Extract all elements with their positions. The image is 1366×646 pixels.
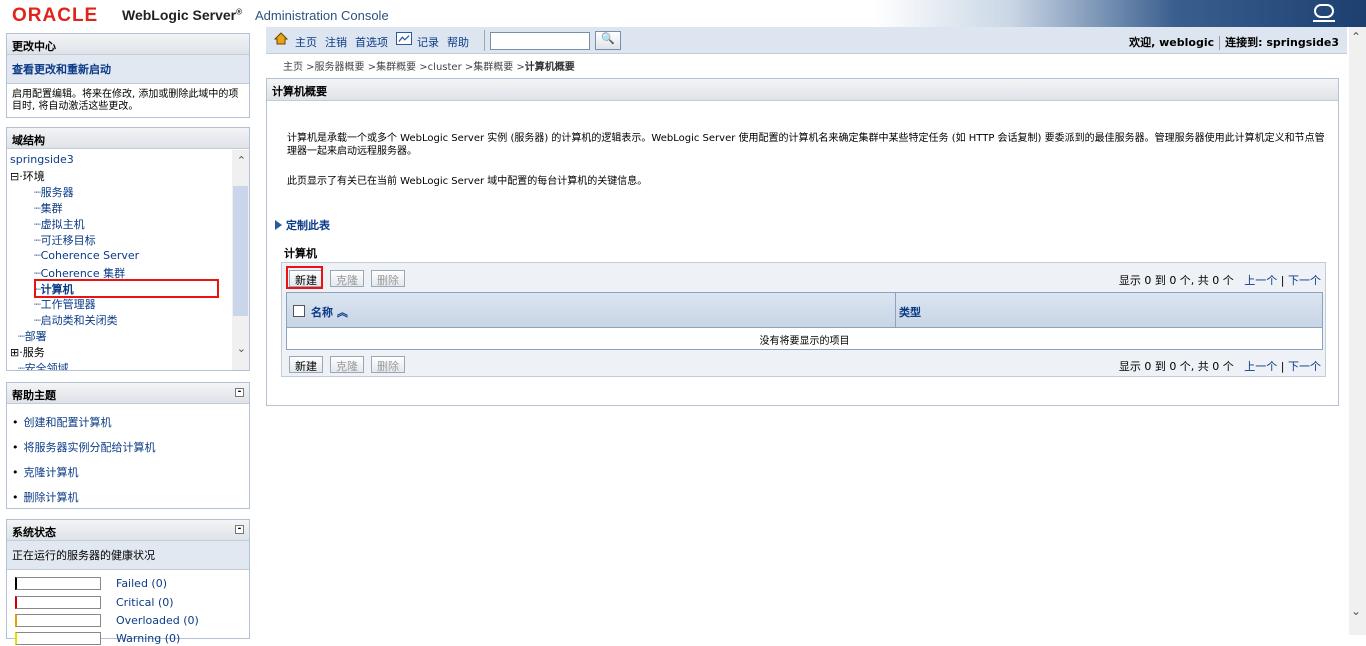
- tree-node-servers[interactable]: ┈服务器: [34, 184, 74, 200]
- pager-bottom: 显示 0 到 0 个, 共 0 个 上一个 | 下一个: [1118, 360, 1321, 373]
- tree-node-coherence-server[interactable]: ┈Coherence Server: [34, 249, 139, 262]
- record-link[interactable]: 记录: [417, 34, 439, 50]
- prev-link[interactable]: 上一个: [1244, 360, 1277, 373]
- record-icon[interactable]: [396, 32, 412, 45]
- select-all-checkbox[interactable]: [293, 305, 305, 317]
- highlight-box-new: [286, 266, 323, 289]
- tree-node-work-managers[interactable]: ┈工作管理器: [34, 296, 96, 312]
- pager-top: 显示 0 到 0 个, 共 0 个 上一个 | 下一个: [1118, 274, 1321, 287]
- domain-structure-panel: 域结构 springside3 ⊟·环境 ┈服务器 ┈集群 ┈虚拟主机 ┈可迁移…: [6, 127, 250, 371]
- view-changes-link[interactable]: 查看更改和重新启动: [12, 63, 111, 76]
- intro-text-2: 此页显示了有关已在当前 WebLogic Server 域中配置的每台计算机的关…: [287, 176, 648, 187]
- delete-button[interactable]: 删除: [371, 270, 405, 287]
- page-title: 计算机概要: [267, 79, 1338, 101]
- home-icon[interactable]: [274, 32, 288, 45]
- logout-link[interactable]: 注销: [325, 34, 347, 50]
- highlight-box-machines: [34, 279, 219, 298]
- tree-node-deployments[interactable]: ┈部署: [18, 328, 47, 344]
- help-link[interactable]: 帮助: [447, 34, 469, 50]
- search-input[interactable]: [490, 32, 590, 50]
- connected-text: 连接到: springside3: [1225, 36, 1339, 49]
- status-bar: [15, 577, 101, 590]
- tree-node-services[interactable]: ⊞·服务: [10, 344, 45, 360]
- tree-node-security-realms[interactable]: ┈安全领域: [18, 360, 69, 370]
- search-icon: 🔍: [601, 32, 615, 45]
- scroll-up-icon[interactable]: ⌃: [1351, 30, 1361, 44]
- system-status-title: 系统状态: [12, 526, 56, 539]
- status-row-warning: Warning (0): [15, 632, 255, 646]
- clone-button[interactable]: 克隆: [330, 270, 364, 287]
- expand-minus-icon[interactable]: ⊟: [10, 170, 19, 183]
- new-button-bottom[interactable]: 新建: [289, 356, 323, 373]
- help-topics-title: 帮助主题: [12, 389, 56, 402]
- status-bar: [15, 632, 101, 645]
- system-status-subtitle: 正在运行的服务器的健康状况: [7, 541, 249, 570]
- help-link-delete[interactable]: 删除计算机: [24, 491, 79, 504]
- empty-message: 没有将要显示的项目: [759, 336, 850, 347]
- home-link[interactable]: 主页: [295, 34, 317, 50]
- intro-text: 计算机是承载一个或多个 WebLogic Server 实例 (服务器) 的计算…: [287, 133, 1325, 157]
- domain-structure-title: 域结构: [7, 128, 249, 149]
- customize-table-link[interactable]: 定制此表: [275, 217, 330, 233]
- column-name[interactable]: 名称 ︽: [311, 304, 348, 320]
- machines-table-container: 新建 克隆 删除 显示 0 到 0 个, 共 0 个 上一个 | 下一个 名称 …: [281, 262, 1326, 377]
- machines-table: 名称 ︽ 类型 没有将要显示的项目: [286, 292, 1323, 350]
- toolbar-divider: [484, 30, 485, 51]
- welcome-area: 欢迎, weblogic 连接到: springside3: [1129, 34, 1339, 50]
- collapse-icon[interactable]: -: [235, 525, 244, 534]
- change-center-panel: 更改中心 查看更改和重新启动 启用配置编辑。将来在修改, 添加或删除此域中的项目…: [6, 33, 250, 118]
- search-button[interactable]: 🔍: [595, 31, 621, 50]
- clone-button-bottom[interactable]: 克隆: [330, 356, 364, 373]
- sort-asc-icon[interactable]: ︽: [337, 306, 348, 319]
- breadcrumb: 主页 >服务器概要 >集群概要 >cluster >集群概要 >计算机概要: [283, 62, 575, 73]
- table-header: 名称 ︽ 类型: [287, 293, 1322, 328]
- tree-scroll-thumb[interactable]: [233, 186, 248, 316]
- tree-node-springside3[interactable]: springside3: [10, 153, 74, 166]
- tree-node-migratable-targets[interactable]: ┈可迁移目标: [34, 232, 96, 248]
- welcome-text: 欢迎, weblogic: [1129, 36, 1215, 49]
- help-link-clone[interactable]: 克隆计算机: [24, 466, 79, 479]
- oracle-o-icon: [1313, 4, 1335, 22]
- status-bar: [15, 596, 101, 609]
- tree-node-virtual-hosts[interactable]: ┈虚拟主机: [34, 216, 85, 232]
- chevron-up-icon[interactable]: ⌃: [237, 154, 246, 167]
- status-row-critical: Critical (0): [15, 596, 255, 610]
- tree-node-clusters[interactable]: ┈集群: [34, 200, 63, 216]
- system-status-panel: 系统状态 - 正在运行的服务器的健康状况 Failed (0) Critical …: [6, 519, 250, 645]
- console-title: Administration Console: [255, 8, 389, 23]
- oracle-logo: ORACLE: [12, 5, 99, 26]
- column-type[interactable]: 类型: [899, 304, 921, 320]
- next-link[interactable]: 下一个: [1288, 274, 1321, 287]
- prev-link[interactable]: 上一个: [1244, 274, 1277, 287]
- status-row-overloaded: Overloaded (0): [15, 614, 255, 628]
- help-topics-panel: 帮助主题 - 创建和配置计算机 将服务器实例分配给计算机 克隆计算机 删除计算机: [6, 382, 250, 509]
- help-link-create[interactable]: 创建和配置计算机: [24, 416, 112, 429]
- machines-summary-panel: 计算机概要 计算机是承载一个或多个 WebLogic Server 实例 (服务…: [266, 78, 1339, 406]
- table-title: 计算机: [284, 247, 317, 260]
- delete-button-bottom[interactable]: 删除: [371, 356, 405, 373]
- preferences-link[interactable]: 首选项: [355, 34, 388, 50]
- product-name: WebLogic Server®: [122, 7, 243, 23]
- status-row-failed: Failed (0): [15, 577, 255, 591]
- chevron-down-icon[interactable]: ⌄: [237, 342, 246, 355]
- next-link[interactable]: 下一个: [1288, 360, 1321, 373]
- status-bar: [15, 614, 101, 627]
- tree-node-startup-shutdown[interactable]: ┈启动类和关闭类: [34, 312, 118, 328]
- tree-node-environment[interactable]: ⊟·环境: [10, 168, 45, 184]
- top-toolbar: 主页 注销 首选项 记录 帮助 🔍 欢迎, weblogic 连接到: sprin…: [266, 27, 1347, 54]
- collapse-icon[interactable]: -: [235, 388, 244, 397]
- page-scrollbar[interactable]: [1349, 27, 1366, 635]
- expand-plus-icon[interactable]: ⊞: [10, 346, 19, 359]
- help-link-assign[interactable]: 将服务器实例分配给计算机: [24, 441, 156, 454]
- change-center-title: 更改中心: [7, 34, 249, 55]
- app-header: ORACLE WebLogic Server® Administration C…: [0, 0, 1366, 27]
- change-center-desc: 启用配置编辑。将来在修改, 添加或删除此域中的项目时, 将自动激活这些更改。: [12, 89, 239, 112]
- scroll-down-icon[interactable]: ⌄: [1351, 604, 1361, 618]
